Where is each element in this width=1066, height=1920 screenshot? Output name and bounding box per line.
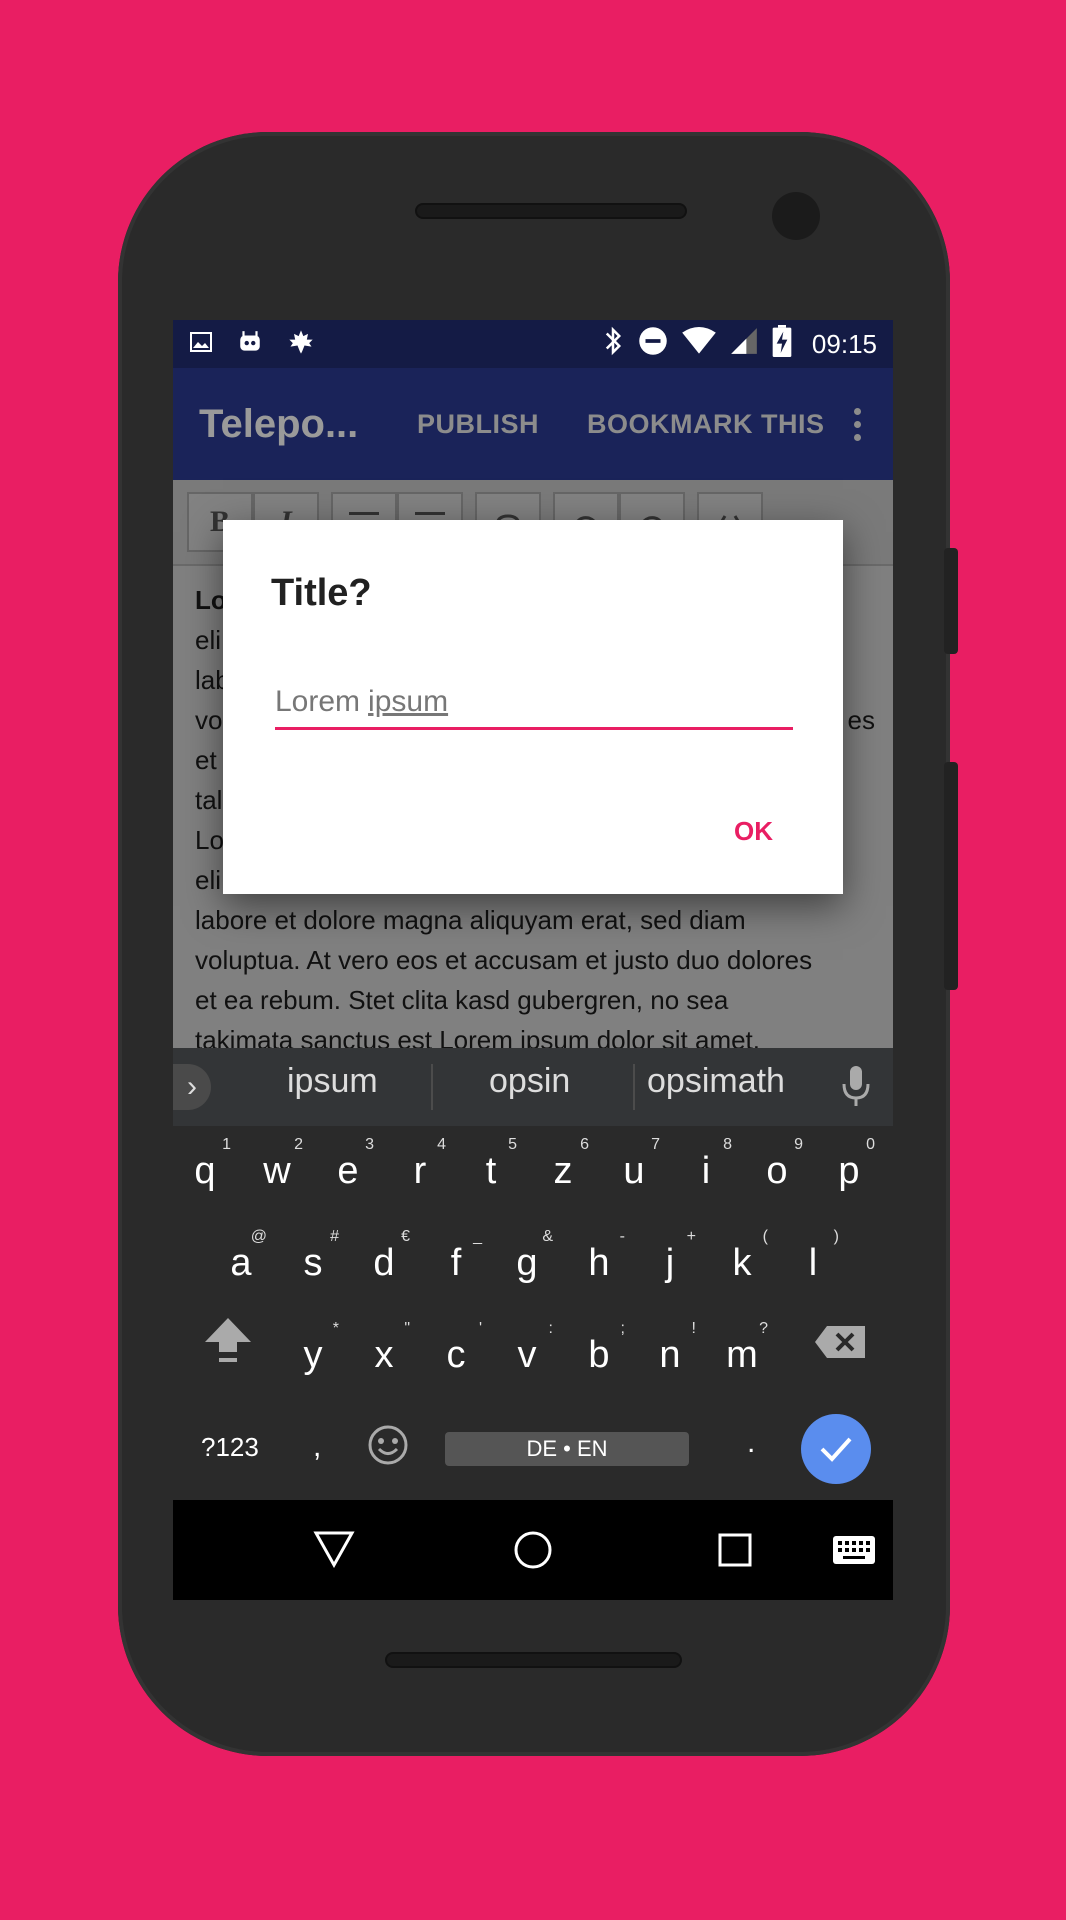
app-bar: Telepo... PUBLISH BOOKMARK THIS	[173, 368, 893, 480]
image-notification-icon	[189, 330, 213, 359]
input-word-composing: ipsum	[368, 685, 449, 718]
key-t[interactable]: t5	[459, 1128, 523, 1208]
app-title: Telepo...	[199, 401, 359, 446]
period-key[interactable]: .	[747, 1426, 755, 1460]
key-s[interactable]: s #	[281, 1220, 345, 1300]
shift-key[interactable]	[203, 1316, 253, 1371]
key-r[interactable]: r4	[388, 1128, 452, 1208]
key-m[interactable]: m?	[710, 1312, 774, 1392]
backspace-icon	[815, 1326, 865, 1358]
key-b[interactable]: b;	[567, 1312, 631, 1392]
editor-line: et ea rebum. Stet clita kasd gubergren, …	[195, 985, 729, 1015]
backspace-key[interactable]	[813, 1324, 867, 1367]
key-u[interactable]: u7	[602, 1128, 666, 1208]
ok-button[interactable]: OK	[734, 816, 773, 847]
key-d[interactable]: d €	[352, 1220, 416, 1300]
key-y[interactable]: y *	[281, 1312, 345, 1392]
key-f[interactable]: f _	[424, 1220, 488, 1300]
suggestion-2[interactable]: opsin	[489, 1062, 570, 1101]
key-e[interactable]: e3	[316, 1128, 380, 1208]
done-key[interactable]	[801, 1414, 871, 1484]
front-camera	[772, 192, 820, 240]
microphone-icon[interactable]	[841, 1064, 871, 1108]
key-j[interactable]: j +	[638, 1220, 702, 1300]
suggestion-divider	[633, 1064, 635, 1110]
do-not-disturb-icon	[638, 326, 668, 363]
title-input[interactable]: Lorem ipsum	[275, 685, 793, 730]
wifi-icon	[682, 326, 716, 362]
cell-signal-icon	[730, 327, 758, 362]
key-l[interactable]: l)	[781, 1220, 845, 1300]
input-word: Lorem	[275, 685, 361, 718]
suggestion-divider	[431, 1064, 433, 1110]
editor-line: labore et dolore magna aliquyam erat, se…	[195, 905, 746, 935]
robot-notification-icon	[237, 329, 263, 360]
key-n[interactable]: n!	[638, 1312, 702, 1392]
editor-line-fragment: es	[847, 705, 875, 735]
battery-charging-icon	[772, 324, 792, 364]
status-time: 09:15	[811, 328, 877, 359]
emoji-key[interactable]	[367, 1424, 409, 1473]
key-p[interactable]: p0	[817, 1128, 881, 1208]
bookmark-button[interactable]: BOOKMARK THIS	[587, 409, 825, 440]
key-k[interactable]: k(	[710, 1220, 774, 1300]
phone-screen: 09:15 Telepo... PUBLISH BOOKMARK THIS B …	[173, 320, 893, 1600]
shift-icon	[205, 1318, 251, 1362]
key-a[interactable]: a @	[209, 1220, 273, 1300]
status-bar: 09:15	[173, 320, 893, 368]
checkmark-icon	[820, 1437, 852, 1462]
keyboard-switcher-icon[interactable]	[833, 1536, 875, 1569]
key-v[interactable]: v:	[495, 1312, 559, 1392]
overflow-menu-icon[interactable]	[847, 407, 867, 441]
publish-button[interactable]: PUBLISH	[417, 409, 539, 440]
suggestion-1[interactable]: ipsum	[287, 1062, 378, 1101]
volume-button	[944, 548, 958, 654]
maple-leaf-notification-icon	[287, 328, 315, 361]
key-x[interactable]: x "	[352, 1312, 416, 1392]
key-c[interactable]: c '	[424, 1312, 488, 1392]
symbols-key[interactable]: ?123	[201, 1432, 259, 1463]
key-q[interactable]: q1	[173, 1128, 237, 1208]
key-i[interactable]: i8	[674, 1128, 738, 1208]
keyboard: q1 w2 e3 r4 t5 z6 u7 i8 o9 p0 a @ s # d € f…	[173, 1126, 893, 1500]
suggestion-3[interactable]: opsimath	[647, 1062, 785, 1101]
expand-suggestions-icon[interactable]: ›	[173, 1064, 211, 1110]
key-o[interactable]: o9	[745, 1128, 809, 1208]
editor-line: voluptua. At vero eos et accusam et just…	[195, 945, 813, 975]
emoji-icon	[368, 1425, 408, 1465]
navigation-bar	[173, 1500, 893, 1600]
comma-key[interactable]: ,	[313, 1430, 321, 1464]
earpiece-speaker	[415, 203, 687, 219]
bluetooth-icon	[602, 326, 624, 363]
key-g[interactable]: g &	[495, 1220, 559, 1300]
dialog-title: Title?	[271, 572, 372, 614]
bottom-speaker	[385, 1652, 682, 1668]
power-button	[944, 762, 958, 990]
key-h[interactable]: h-	[567, 1220, 631, 1300]
title-dialog: Title? Lorem ipsum OK	[223, 520, 843, 894]
space-key[interactable]: DE • EN	[445, 1432, 689, 1466]
key-z[interactable]: z6	[531, 1128, 595, 1208]
back-icon[interactable]	[313, 1530, 355, 1573]
home-icon[interactable]	[513, 1530, 553, 1575]
suggestion-strip: › ipsum opsin opsimath	[173, 1048, 893, 1126]
recents-icon[interactable]	[717, 1532, 753, 1573]
key-w[interactable]: w2	[245, 1128, 309, 1208]
